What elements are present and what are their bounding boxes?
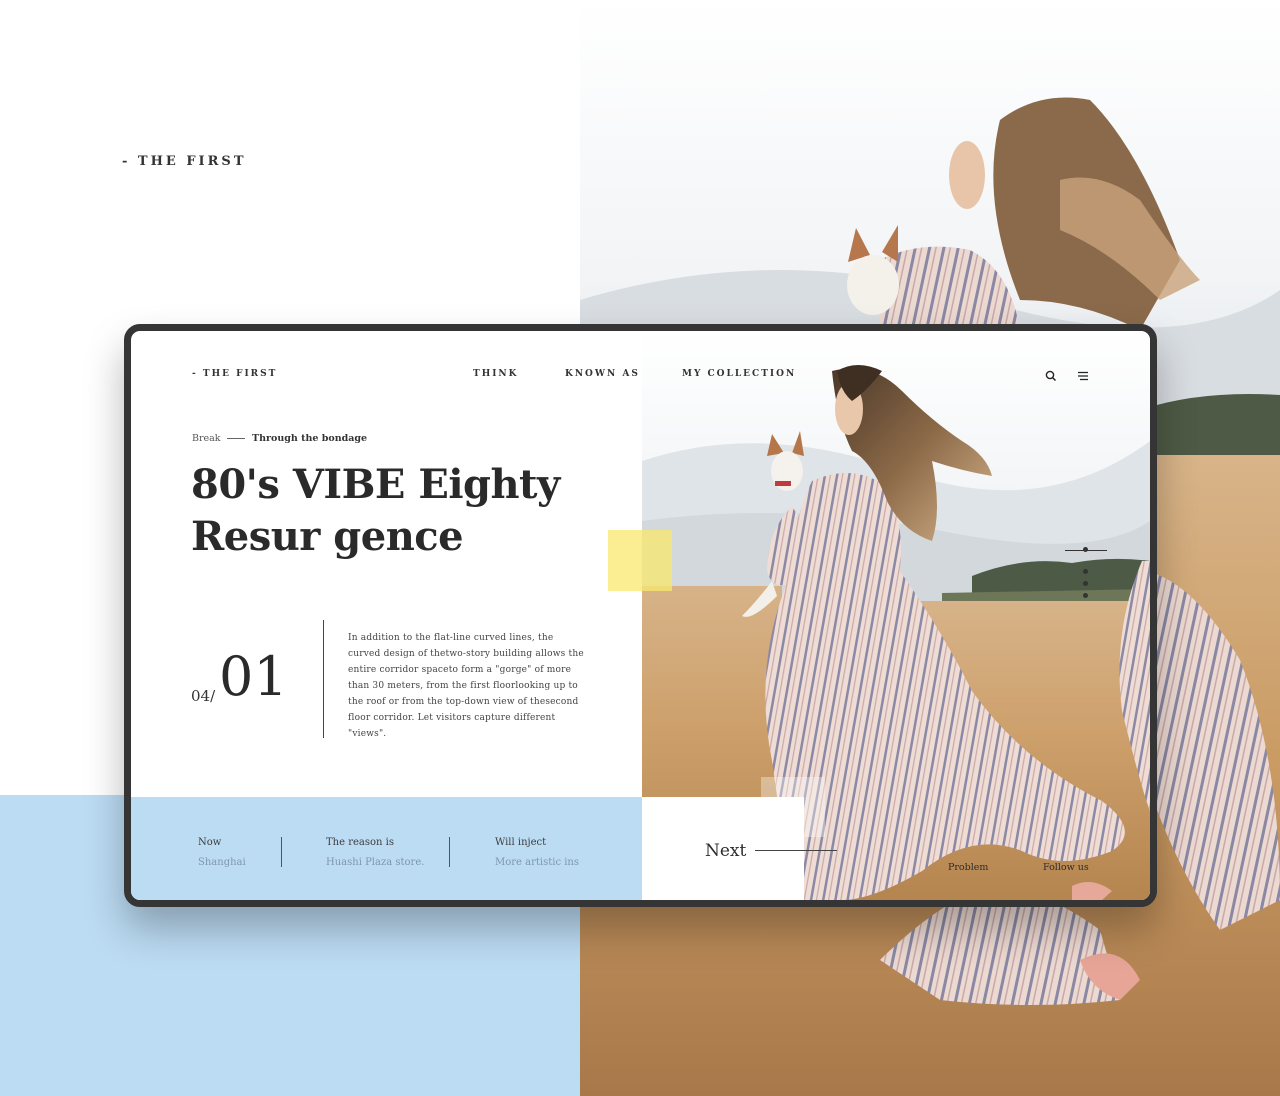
next-button[interactable]: Next xyxy=(705,841,746,861)
description-text: In addition to the flat-line curved line… xyxy=(348,633,584,739)
info-now: Now Shanghai xyxy=(198,837,246,868)
next-panel: Next xyxy=(642,797,837,900)
slide-dot-3[interactable] xyxy=(1083,581,1088,586)
info-reason-label: The reason is xyxy=(326,837,394,848)
breadcrumb-second: Through the bondage xyxy=(252,433,368,444)
brand-logo[interactable]: - THE FIRST xyxy=(192,369,277,379)
outer-brand-logo: - THE FIRST xyxy=(122,154,247,169)
info-bar: Now Shanghai The reason is Huashi Plaza … xyxy=(131,797,642,900)
follow-us-link[interactable]: Follow us xyxy=(1043,862,1089,873)
page-current: 01 xyxy=(219,645,288,708)
nav-item-my-collection[interactable]: MY COLLECTION xyxy=(682,369,796,379)
info-separator-1 xyxy=(281,837,282,867)
info-inject-label: Will inject xyxy=(495,837,547,848)
slide-dot-2[interactable] xyxy=(1083,569,1088,574)
device-frame: - THE FIRST THINK KNOWN AS MY COLLECTION… xyxy=(124,324,1157,907)
nav-item-known-as[interactable]: KNOWN AS xyxy=(565,369,640,379)
slide-dot-4[interactable] xyxy=(1083,593,1088,598)
screen: - THE FIRST THINK KNOWN AS MY COLLECTION… xyxy=(131,331,1150,900)
info-inject: Will inject More artistic ins xyxy=(495,837,579,868)
breadcrumb-first: Break xyxy=(192,433,221,444)
info-now-value: Shanghai xyxy=(198,857,246,868)
page-total: 04/ xyxy=(191,687,216,705)
info-separator-2 xyxy=(449,837,450,867)
decorative-yellow-square xyxy=(608,530,672,591)
slide-dots xyxy=(1082,547,1090,607)
search-icon[interactable] xyxy=(1044,368,1058,382)
info-inject-value: More artistic ins xyxy=(495,857,579,868)
hero-title-line-2: Resur gence xyxy=(191,513,464,560)
problem-link[interactable]: Problem xyxy=(948,862,988,873)
breadcrumb-divider xyxy=(227,438,245,439)
info-reason: The reason is Huashi Plaza store. xyxy=(326,837,424,868)
hero-title: 80's VIBE Eighty Resur gence xyxy=(191,459,611,563)
info-reason-value: Huashi Plaza store. xyxy=(326,857,425,868)
vertical-divider xyxy=(323,620,324,738)
info-now-label: Now xyxy=(198,837,222,848)
nav-item-think[interactable]: THINK xyxy=(473,369,518,379)
slide-dot-1[interactable] xyxy=(1083,547,1088,552)
hero-title-line-1: 80's VIBE Eighty xyxy=(191,461,560,508)
next-line xyxy=(755,850,837,851)
hamburger-menu-icon[interactable] xyxy=(1076,368,1090,382)
